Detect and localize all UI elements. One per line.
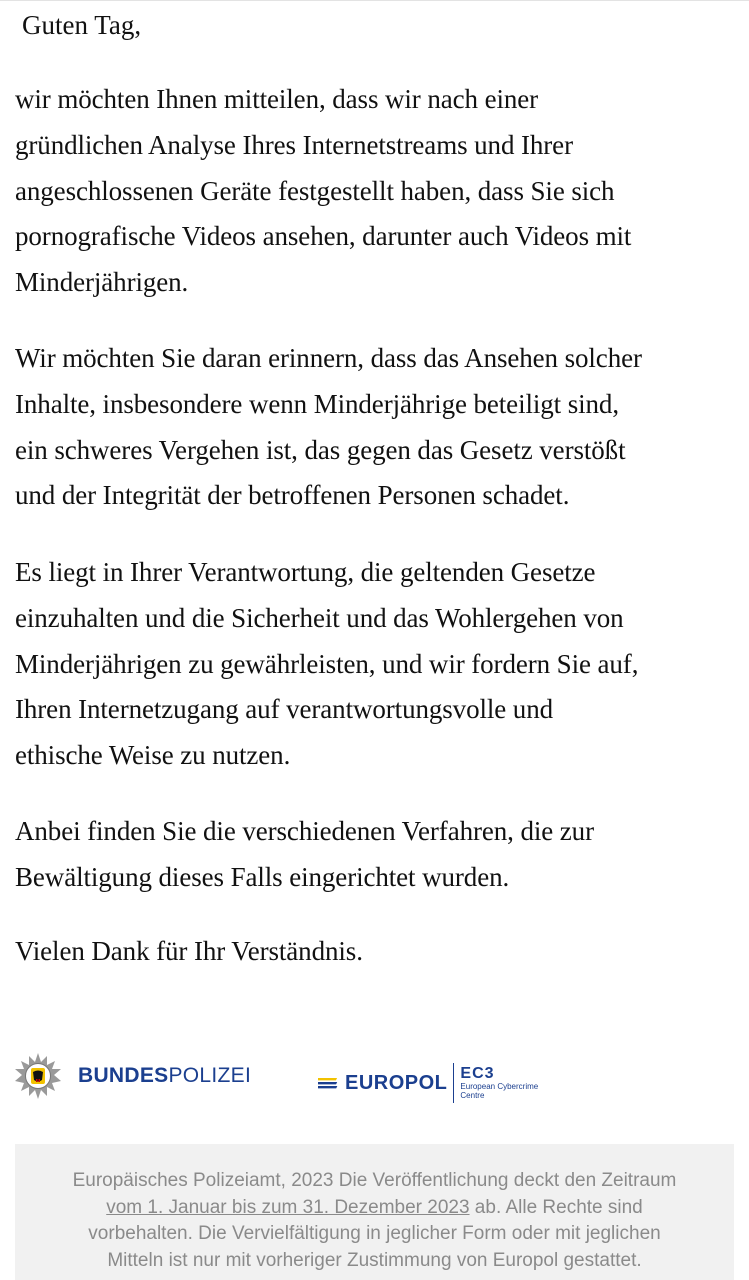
email-paragraph-3: Es liegt in Ihrer Verantwortung, die gel… <box>15 550 741 779</box>
text-line: Vielen Dank für Ihr Verständnis. <box>15 936 363 966</box>
europol-flag-icon <box>318 1078 338 1089</box>
text-line: pornografische Videos ansehen, darunter … <box>15 221 632 252</box>
europol-wordmark: EUROPOL <box>345 1071 448 1094</box>
europol-ec3-logo: EUROPOL EC3 European Cybercrime Centre <box>318 1062 538 1104</box>
police-star-icon <box>15 1053 61 1099</box>
text-line: gründlichen Analyse Ihres Internetstream… <box>15 129 573 160</box>
bundespolizei-wordmark: BUNDESPOLIZEI <box>78 1064 251 1088</box>
text-line: Inhalte, insbesondere wenn Minderjährige… <box>15 388 619 419</box>
text-line: und der Integrität der betroffenen Perso… <box>15 480 570 511</box>
ec3-subtitle-line1: European Cybercrime <box>460 1082 539 1091</box>
ec3-mark: EC3 European Cybercrime Centre <box>460 1065 539 1101</box>
footer-line: vorbehalten. Die Vervielfältigung in jeg… <box>88 1223 661 1244</box>
footer-line: Mitteln ist nur mit vorheriger Zustimmun… <box>107 1249 642 1271</box>
legal-footer-text: Europäisches Polizeiamt, 2023 Die Veröff… <box>15 1168 734 1274</box>
legal-footer: Europäisches Polizeiamt, 2023 Die Veröff… <box>15 1144 734 1280</box>
date-range-link[interactable]: vom 1. Januar bis zum 31. Dezember 2023 <box>106 1197 469 1218</box>
footer-line-rest: ab. Alle Rechte sind <box>469 1196 643 1218</box>
logo-divider <box>453 1063 455 1103</box>
text-line: Minderjährigen zu gewährleisten, und wir… <box>15 648 639 679</box>
ec3-subtitle-line2: Centre <box>460 1091 485 1100</box>
email-greeting: Guten Tag, <box>22 10 142 40</box>
text-line: angeschlossenen Geräte festgestellt habe… <box>15 175 615 206</box>
text-line: Ihren Internetzugang auf verantwortungsv… <box>15 694 554 725</box>
text-line: Anbei finden Sie die verschiedenen Verfa… <box>15 816 594 846</box>
text-line: ethische Weise zu nutzen. <box>15 740 291 771</box>
text-line: Bewältigung dieses Falls eingerichtet wu… <box>15 861 510 892</box>
text-line: einzuhalten und die Sicherheit und das W… <box>15 602 624 633</box>
bundespolizei-wordmark-bold: BUNDES <box>78 1064 169 1087</box>
top-divider <box>0 0 749 1</box>
email-paragraph-2: Wir möchten Sie daran erinnern, dass das… <box>15 336 741 519</box>
text-line: wir möchten Ihnen mitteilen, dass wir na… <box>15 84 539 114</box>
bundespolizei-logo: BUNDESPOLIZEI <box>14 1052 251 1100</box>
text-line: ein schweres Vergehen ist, das gegen das… <box>15 434 626 465</box>
footer-line: vom 1. Januar bis zum 31. Dezember 2023 … <box>15 1195 734 1222</box>
text-line: Es liegt in Ihrer Verantwortung, die gel… <box>15 557 596 587</box>
bundespolizei-wordmark-light: POLIZEI <box>168 1064 252 1087</box>
text-line: Minderjährigen. <box>15 267 189 298</box>
email-paragraph-4: Anbei finden Sie die verschiedenen Verfa… <box>15 809 741 901</box>
text-line: Wir möchten Sie daran erinnern, dass das… <box>15 343 642 373</box>
ec3-label: EC3 <box>460 1065 495 1082</box>
email-paragraph-1: wir möchten Ihnen mitteilen, dass wir na… <box>15 77 741 306</box>
email-closing: Vielen Dank für Ihr Verständnis. <box>15 929 741 975</box>
footer-line: Europäisches Polizeiamt, 2023 Die Veröff… <box>72 1170 677 1191</box>
